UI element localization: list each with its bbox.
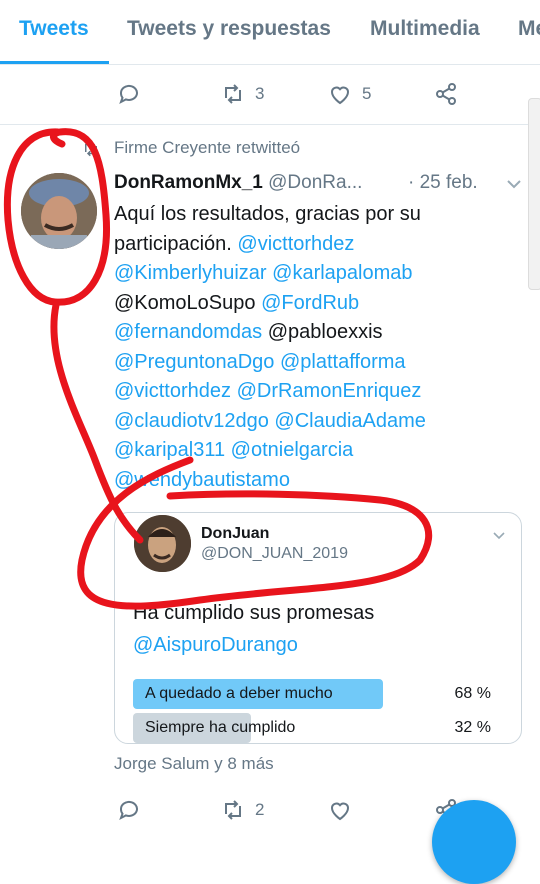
profile-tabs: Tweets Tweets y respuestas Multimedia Me bbox=[0, 0, 540, 65]
quoted-author-handle[interactable]: @DON_JUAN_2019 bbox=[201, 545, 348, 563]
mention-link[interactable]: @PreguntonaDgo bbox=[114, 351, 274, 373]
chevron-down-icon[interactable] bbox=[506, 178, 522, 190]
tab-tweets[interactable]: Tweets bbox=[19, 17, 89, 41]
heart-icon bbox=[330, 802, 350, 821]
quoted-tweet-card[interactable]: DonJuan @DON_JUAN_2019 Ha cumplido sus p… bbox=[114, 512, 522, 744]
compose-tweet-button[interactable] bbox=[432, 800, 516, 884]
mention-link[interactable]: @victtorhdez bbox=[114, 380, 231, 402]
quoted-author-name[interactable]: DonJuan bbox=[201, 525, 269, 543]
tweet-text-line: @fernandomdas @pabloexxis bbox=[114, 318, 514, 348]
like-count: 5 bbox=[362, 84, 372, 103]
tab-tweets-and-replies[interactable]: Tweets y respuestas bbox=[127, 17, 331, 41]
poll-option-label: Siempre ha cumplido bbox=[145, 719, 296, 736]
mention-link[interactable]: @DrRamonEnriquez bbox=[237, 380, 422, 402]
scrollbar[interactable] bbox=[528, 98, 540, 290]
retweet-count: 2 bbox=[255, 800, 265, 819]
retweet-context[interactable]: Firme Creyente retwitteó bbox=[114, 138, 300, 158]
reply-icon bbox=[119, 84, 138, 105]
chevron-down-icon[interactable] bbox=[492, 531, 506, 541]
tweet-text: Aquí los resultados, gracias por su parti… bbox=[114, 200, 514, 495]
avatar[interactable] bbox=[21, 173, 97, 249]
poll-votes-summary[interactable]: Jorge Salum y 8 más bbox=[114, 754, 274, 774]
retweeted-icon bbox=[85, 141, 97, 157]
reply-icon bbox=[119, 800, 138, 821]
like-button[interactable]: 5 bbox=[328, 82, 371, 106]
tweet-text-line: Aquí los resultados, gracias por su bbox=[114, 200, 514, 230]
mention-link[interactable]: @claudiotv12dgo bbox=[114, 410, 269, 432]
mention-link[interactable]: @victtorhdez bbox=[237, 233, 354, 255]
mention-link[interactable]: @otnielgarcia bbox=[231, 439, 354, 461]
like-button[interactable] bbox=[328, 798, 352, 822]
author-name[interactable]: DonRamonMx_1 bbox=[114, 172, 263, 193]
mention-link[interactable]: @karipal311 bbox=[114, 439, 225, 461]
quoted-text-block: Ha cumplido sus promesas @AispuroDurango bbox=[133, 597, 374, 661]
quoted-text: Ha cumplido sus promesas bbox=[133, 602, 375, 624]
retweet-button[interactable]: 2 bbox=[221, 798, 264, 822]
tweet-text-line: @wendybautistamo bbox=[114, 466, 514, 496]
tweet-header[interactable]: DonRamonMx_1 @DonRa... bbox=[114, 172, 362, 194]
mention-link[interactable]: @Kimberlyhuizar bbox=[114, 262, 267, 284]
share-icon bbox=[436, 83, 456, 105]
quoted-mention[interactable]: @AispuroDurango bbox=[133, 629, 374, 661]
retweet-button[interactable]: 3 bbox=[221, 82, 264, 106]
tweet-text-line: @PreguntonaDgo @plattafforma bbox=[114, 348, 514, 378]
retweet-icon bbox=[225, 800, 241, 820]
tweet-text-line: @victtorhdez @DrRamonEnriquez bbox=[114, 377, 514, 407]
tweet-text-line: @claudiotv12dgo @ClaudiaAdame bbox=[114, 407, 514, 437]
quoted-avatar[interactable] bbox=[134, 515, 191, 572]
mention-link[interactable]: @FordRub bbox=[261, 292, 359, 314]
poll-option: A quedado a deber mucho 68 % bbox=[133, 679, 501, 709]
retweet-count: 3 bbox=[255, 84, 265, 103]
tweet-text-line: @karipal311 @otnielgarcia bbox=[114, 436, 514, 466]
reply-button[interactable] bbox=[117, 82, 141, 106]
tab-media[interactable]: Multimedia bbox=[370, 17, 480, 41]
share-button[interactable] bbox=[434, 82, 458, 106]
reply-button[interactable] bbox=[117, 798, 141, 822]
poll-option-label: A quedado a deber mucho bbox=[145, 685, 333, 702]
text-segment: @pabloexxis bbox=[262, 321, 383, 343]
author-handle[interactable]: @DonRa... bbox=[268, 172, 362, 193]
mention-link[interactable]: @wendybautistamo bbox=[114, 469, 290, 491]
text-segment: @KomoLoSupo bbox=[114, 291, 262, 314]
poll-option: Siempre ha cumplido 32 % bbox=[133, 713, 501, 743]
tweet-date[interactable]: · 25 feb. bbox=[408, 172, 478, 194]
tweet-divider bbox=[0, 124, 540, 125]
retweet-icon bbox=[225, 84, 241, 104]
mention-link[interactable]: @plattafforma bbox=[280, 351, 406, 373]
poll-option-percent: 68 % bbox=[454, 685, 491, 702]
mention-link[interactable]: @fernandomdas bbox=[114, 321, 262, 343]
previous-tweet-actions: 3 5 bbox=[0, 64, 540, 124]
mention-link[interactable]: @karlapalomab bbox=[272, 262, 412, 284]
tweet-text-line: participación. @victtorhdez bbox=[114, 230, 514, 260]
text-segment: participación. bbox=[114, 232, 238, 255]
tab-more[interactable]: Me bbox=[518, 17, 540, 41]
tweet-text-line: @Kimberlyhuizar @karlapalomab bbox=[114, 259, 514, 289]
mention-link[interactable]: @ClaudiaAdame bbox=[274, 410, 426, 432]
text-segment: Aquí los resultados, gracias por su bbox=[114, 203, 421, 225]
tweet-text-line: @KomoLoSupo @FordRub bbox=[114, 289, 514, 319]
poll-option-percent: 32 % bbox=[454, 719, 491, 736]
heart-icon bbox=[330, 86, 350, 105]
